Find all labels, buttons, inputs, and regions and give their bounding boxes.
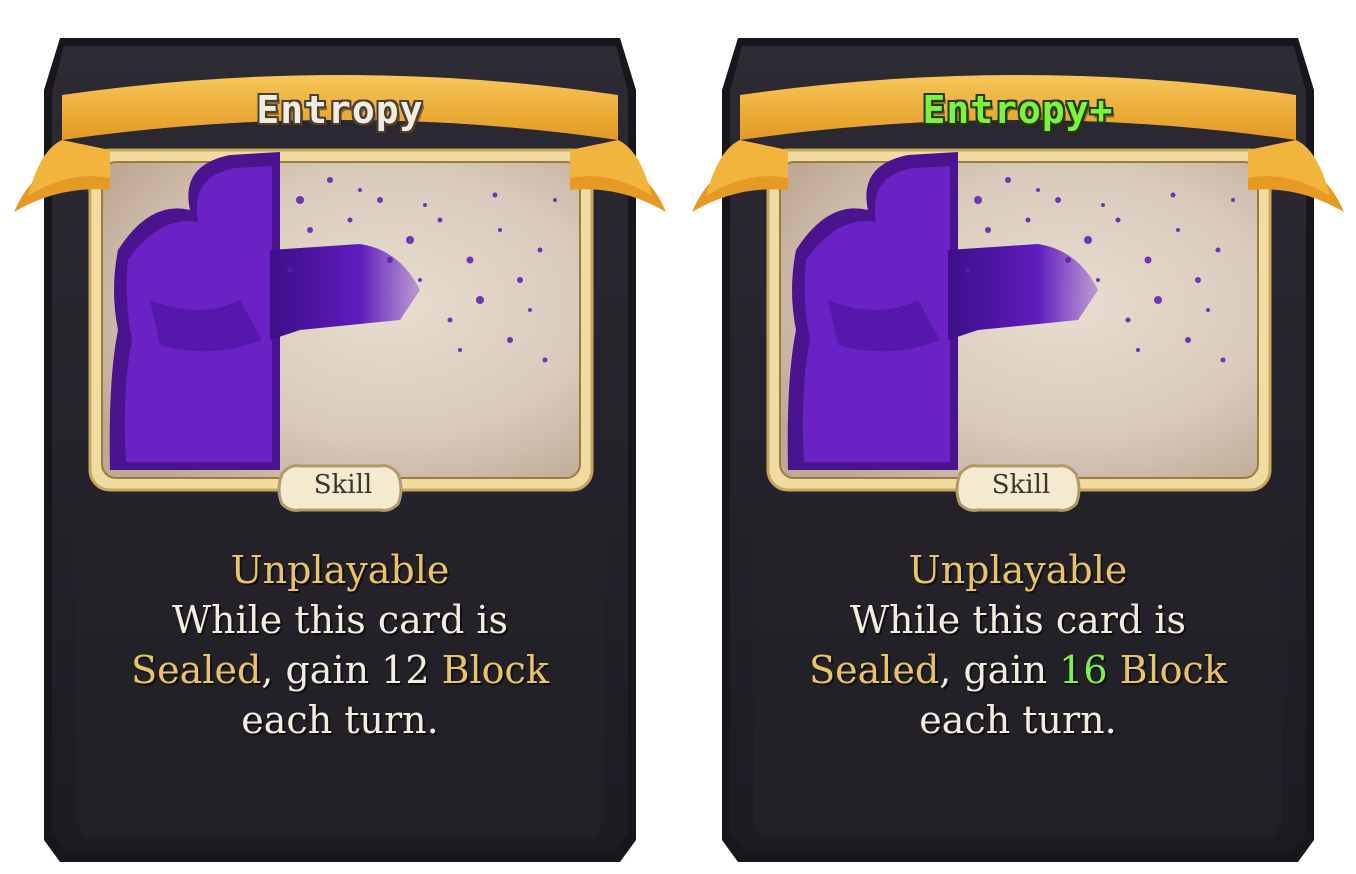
desc-line-4: each turn. (919, 698, 1117, 742)
keyword-unplayable: Unplayable (230, 548, 450, 592)
gain-text: , gain (261, 648, 382, 692)
card-type-label: Skill (313, 470, 373, 500)
block-amount: 12 (381, 648, 430, 692)
card-entropy-upgraded[interactable]: Entropy+ Skill Unplayable While this car… (678, 0, 1356, 874)
card-title: Entropy (256, 88, 424, 132)
keyword-block: Block (1119, 648, 1227, 692)
keyword-unplayable: Unplayable (908, 548, 1128, 592)
card-title-upgraded: Entropy+ (922, 88, 1114, 132)
card-type-label: Skill (991, 470, 1051, 500)
gain-text: , gain (939, 648, 1060, 692)
keyword-sealed: Sealed (809, 648, 940, 692)
card-description: Unplayable While this card is Sealed, ga… (678, 545, 1356, 745)
desc-line-3: Sealed, gain 12 Block (0, 645, 680, 695)
desc-line-2: While this card is (849, 598, 1187, 642)
keyword-block: Block (441, 648, 549, 692)
card-description: Unplayable While this card is Sealed, ga… (0, 545, 680, 745)
desc-line-2: While this card is (171, 598, 509, 642)
desc-line-4: each turn. (241, 698, 439, 742)
card-entropy[interactable]: Entropy Skill Unplayable While this card… (0, 0, 680, 874)
block-amount-upgraded: 16 (1059, 648, 1108, 692)
desc-line-3: Sealed, gain 16 Block (678, 645, 1356, 695)
keyword-sealed: Sealed (131, 648, 262, 692)
